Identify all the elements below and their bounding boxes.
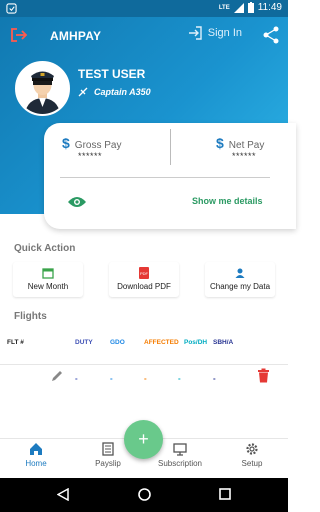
column-duty: DUTY xyxy=(75,339,93,346)
pay-card: $ Gross Pay ****** $ Net Pay ****** Show m… xyxy=(44,123,296,229)
calendar-icon xyxy=(42,268,54,279)
nav-home[interactable]: Home xyxy=(6,442,66,468)
role-label: Captain A350 xyxy=(94,87,151,97)
show-details-button[interactable]: Show me details xyxy=(192,196,263,206)
user-name: TEST USER xyxy=(78,67,146,81)
cell-gdo: - xyxy=(110,374,113,383)
battery-icon xyxy=(247,2,254,13)
dollar-icon: $ xyxy=(62,135,70,151)
notification-icon xyxy=(6,3,17,14)
recents-icon[interactable] xyxy=(219,488,231,500)
gross-pay-value: ****** xyxy=(78,151,103,161)
edit-icon[interactable] xyxy=(50,369,64,383)
eye-icon[interactable] xyxy=(68,196,86,208)
nav-payslip-label: Payslip xyxy=(95,459,121,468)
back-icon[interactable] xyxy=(57,488,69,501)
user-role: Captain A350 xyxy=(78,87,151,97)
share-icon[interactable] xyxy=(263,26,279,44)
divider xyxy=(60,177,270,178)
cell-sbh: - xyxy=(213,374,216,383)
signin-label: Sign In xyxy=(207,27,242,39)
home-icon xyxy=(30,443,42,455)
column-sbh: SBH/A xyxy=(213,339,234,346)
download-pdf-button[interactable]: PDF Download PDF xyxy=(109,262,179,297)
column-flt: FLT # xyxy=(7,339,24,346)
flights-title: Flights xyxy=(14,311,47,322)
signin-button[interactable]: Sign In xyxy=(188,26,242,40)
subscription-icon xyxy=(173,443,187,456)
nav-subscription-label: Subscription xyxy=(157,459,203,468)
avatar[interactable] xyxy=(15,61,70,116)
cell-pos-dh: - xyxy=(178,374,181,383)
app-bar: AMHPAY Sign In xyxy=(0,17,288,55)
dollar-icon: $ xyxy=(216,135,224,151)
net-pay: $ Net Pay ****** xyxy=(216,135,264,161)
network-label: LTE xyxy=(218,4,230,11)
plane-icon xyxy=(78,87,88,97)
home-circle-icon[interactable] xyxy=(138,488,151,501)
net-pay-label: Net Pay xyxy=(228,140,265,151)
change-data-label: Change my Data xyxy=(209,282,271,291)
signal-icon xyxy=(233,2,244,13)
quick-action-title: Quick Action xyxy=(14,243,76,254)
nav-setup[interactable]: Setup xyxy=(222,442,282,468)
pdf-icon: PDF xyxy=(139,267,149,279)
cell-affected: - xyxy=(144,374,147,383)
login-icon xyxy=(188,26,202,40)
change-data-button[interactable]: Change my Data xyxy=(205,262,275,297)
cell-duty: - xyxy=(75,374,78,383)
delete-icon[interactable] xyxy=(257,368,270,383)
column-affected: AFFECTED xyxy=(144,339,179,346)
status-bar: LTE 11:49 xyxy=(0,0,288,17)
gear-icon xyxy=(246,443,258,455)
person-icon xyxy=(235,268,245,278)
nav-setup-label: Setup xyxy=(241,459,263,468)
svg-text:PDF: PDF xyxy=(140,271,149,276)
logout-icon[interactable] xyxy=(10,27,28,43)
divider xyxy=(0,364,288,365)
column-gdo: GDO xyxy=(110,339,125,346)
add-fab-button[interactable]: + xyxy=(124,420,163,459)
gross-pay: $ Gross Pay ****** xyxy=(62,135,121,161)
divider xyxy=(170,129,171,165)
clock: 11:49 xyxy=(257,2,282,13)
app-title: AMHPAY xyxy=(50,29,102,43)
column-pos-dh: Pos/DH xyxy=(184,339,208,346)
new-month-button[interactable]: New Month xyxy=(13,262,83,297)
gross-pay-label: Gross Pay xyxy=(74,140,122,151)
pilot-avatar-icon xyxy=(17,63,68,114)
nav-home-label: Home xyxy=(25,459,47,468)
payslip-icon xyxy=(102,442,114,456)
new-month-label: New Month xyxy=(27,282,69,291)
system-navigation-bar xyxy=(0,478,288,512)
net-pay-value: ****** xyxy=(232,151,257,161)
download-pdf-label: Download PDF xyxy=(117,282,171,291)
